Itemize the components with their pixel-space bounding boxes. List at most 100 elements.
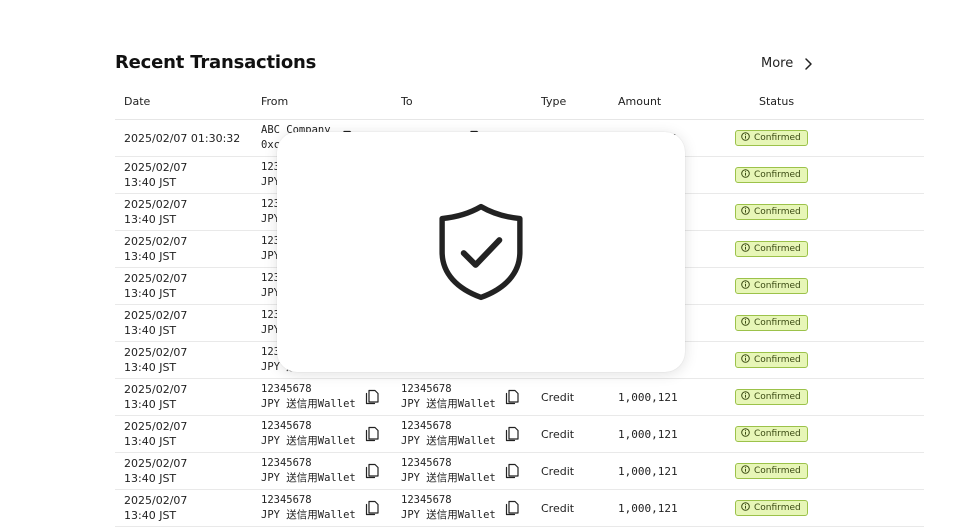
table-row[interactable]: 2025/02/07 13:40 JST 12345678 JPY 送信用Wallet… [115, 378, 924, 416]
copy-icon[interactable] [365, 463, 379, 479]
amount-cell: 1,000,121 [618, 378, 742, 416]
date-value: 2025/02/07 01:30:32 [124, 131, 241, 145]
time-value: 13:40 JST [124, 509, 177, 522]
status-label: Confirmed [754, 170, 801, 180]
amount-value: 1,000,121 [618, 427, 678, 441]
status-badge: Confirmed [735, 278, 808, 294]
status-cell: Confirmed [735, 489, 924, 527]
time-value: 13:40 JST [124, 176, 177, 189]
to-account-id: 12345678 [401, 420, 452, 432]
date-cell: 2025/02/07 13:40 JST [115, 267, 261, 305]
date-value: 2025/02/07 [124, 272, 188, 285]
status-label: Confirmed [754, 281, 801, 291]
status-label: Confirmed [754, 318, 801, 328]
amount-value: 1,000,121 [618, 464, 678, 478]
time-value: 13:40 JST [124, 250, 177, 263]
status-badge: Confirmed [735, 500, 808, 516]
column-header-date: Date [115, 83, 261, 120]
status-cell: Confirmed [735, 341, 924, 379]
verification-modal [277, 132, 685, 372]
amount-cell: 1,000,121 [618, 452, 742, 490]
from-cell: 12345678 JPY 送信用Wallet [261, 415, 401, 453]
type-value: Credit [541, 464, 575, 478]
table-row[interactable]: 2025/02/07 13:40 JST 12345678 JPY 送信用Wallet… [115, 452, 924, 490]
to-wallet-name: JPY 送信用Wallet [401, 435, 496, 447]
status-label: Confirmed [754, 429, 801, 439]
more-link[interactable]: More [761, 56, 793, 71]
copy-icon[interactable] [365, 500, 379, 516]
info-circle-icon [741, 354, 750, 363]
to-cell: 12345678 JPY 送信用Wallet [401, 378, 541, 416]
status-label: Confirmed [754, 207, 801, 217]
status-cell: Confirmed [735, 378, 924, 416]
status-label: Confirmed [754, 244, 801, 254]
date-value: 2025/02/07 [124, 457, 188, 470]
info-circle-icon [741, 280, 750, 289]
date-cell: 2025/02/07 13:40 JST [115, 489, 261, 527]
from-wallet-name: JPY 送信用Wallet [261, 472, 356, 484]
copy-icon[interactable] [505, 463, 519, 479]
date-cell: 2025/02/07 13:40 JST [115, 230, 261, 268]
column-header-from: From [261, 83, 401, 120]
status-cell: Confirmed [735, 119, 924, 157]
date-value: 2025/02/07 [124, 161, 188, 174]
info-circle-icon [741, 206, 750, 215]
date-cell: 2025/02/07 13:40 JST [115, 304, 261, 342]
date-cell: 2025/02/07 01:30:32 [115, 119, 261, 157]
date-value: 2025/02/07 [124, 494, 188, 507]
info-circle-icon [741, 132, 750, 141]
info-circle-icon [741, 428, 750, 437]
table-row[interactable]: 2025/02/07 13:40 JST 12345678 JPY 送信用Wallet… [115, 489, 924, 527]
status-badge: Confirmed [735, 389, 808, 405]
amount-value: 1,000,121 [618, 501, 678, 515]
copy-icon[interactable] [505, 500, 519, 516]
status-cell: Confirmed [735, 452, 924, 490]
table-header-row: Date From To Type Amount Status [115, 83, 924, 120]
date-value: 2025/02/07 [124, 420, 188, 433]
status-cell: Confirmed [735, 304, 924, 342]
from-wallet-name: JPY 送信用Wallet [261, 435, 356, 447]
table-row[interactable]: 2025/02/07 13:40 JST 12345678 JPY 送信用Wallet… [115, 415, 924, 453]
date-cell: 2025/02/07 13:40 JST [115, 452, 261, 490]
info-circle-icon [741, 391, 750, 400]
date-cell: 2025/02/07 13:40 JST [115, 415, 261, 453]
copy-icon[interactable] [505, 389, 519, 405]
info-circle-icon [741, 502, 750, 511]
column-header-amount: Amount [618, 83, 742, 120]
date-value: 2025/02/07 [124, 383, 188, 396]
status-badge: Confirmed [735, 167, 808, 183]
copy-icon[interactable] [365, 389, 379, 405]
time-value: 13:40 JST [124, 435, 177, 448]
time-value: 13:40 JST [124, 472, 177, 485]
status-label: Confirmed [754, 133, 801, 143]
type-value: Credit [541, 427, 575, 441]
status-label: Confirmed [754, 392, 801, 402]
column-header-to: To [401, 83, 541, 120]
to-wallet-name: JPY 送信用Wallet [401, 509, 496, 521]
to-cell: 12345678 JPY 送信用Wallet [401, 415, 541, 453]
to-account-id: 12345678 [401, 457, 452, 469]
date-cell: 2025/02/07 13:40 JST [115, 193, 261, 231]
status-badge: Confirmed [735, 315, 808, 331]
time-value: 13:40 JST [124, 213, 177, 226]
status-cell: Confirmed [735, 415, 924, 453]
copy-icon[interactable] [365, 426, 379, 442]
status-cell: Confirmed [735, 267, 924, 305]
type-value: Credit [541, 390, 575, 404]
transactions-header: Recent Transactions More [115, 50, 815, 80]
status-badge: Confirmed [735, 241, 808, 257]
status-cell: Confirmed [735, 156, 924, 194]
from-account-id: 12345678 [261, 420, 312, 432]
type-cell: Credit [541, 452, 618, 490]
date-value: 2025/02/07 [124, 235, 188, 248]
chevron-right-icon[interactable] [801, 57, 815, 71]
date-value: 2025/02/07 [124, 309, 188, 322]
info-circle-icon [741, 243, 750, 252]
from-wallet-name: JPY 送信用Wallet [261, 398, 356, 410]
shield-check-icon [439, 203, 523, 301]
type-cell: Credit [541, 415, 618, 453]
amount-cell: 1,000,121 [618, 489, 742, 527]
time-value: 13:40 JST [124, 287, 177, 300]
from-account-id: 12345678 [261, 383, 312, 395]
copy-icon[interactable] [505, 426, 519, 442]
